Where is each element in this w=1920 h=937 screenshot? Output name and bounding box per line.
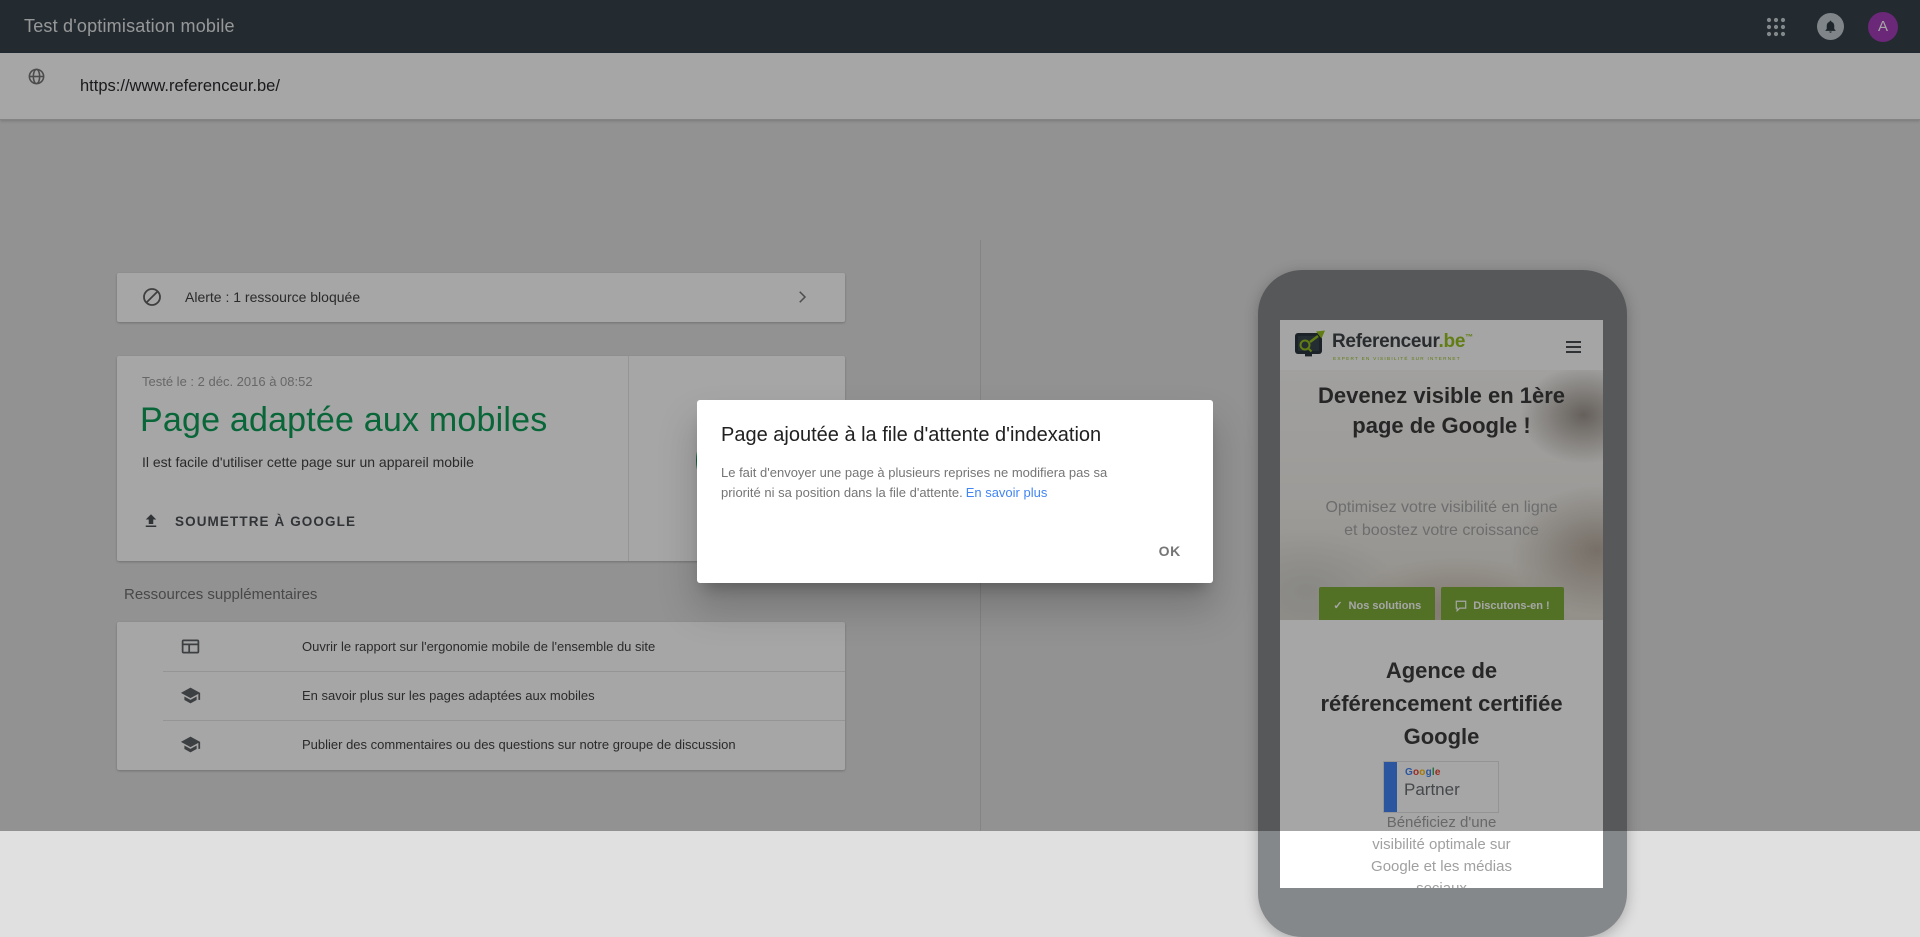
learn-more-link[interactable]: En savoir plus xyxy=(966,485,1048,500)
dialog-body-text: Le fait d'envoyer une page à plusieurs r… xyxy=(721,465,1108,500)
indexing-queue-dialog: Page ajoutée à la file d'attente d'index… xyxy=(697,400,1213,583)
ok-button[interactable]: OK xyxy=(1151,535,1189,567)
dialog-title: Page ajoutée à la file d'attente d'index… xyxy=(721,424,1102,446)
dialog-body: Le fait d'envoyer une page à plusieurs r… xyxy=(721,463,1141,503)
